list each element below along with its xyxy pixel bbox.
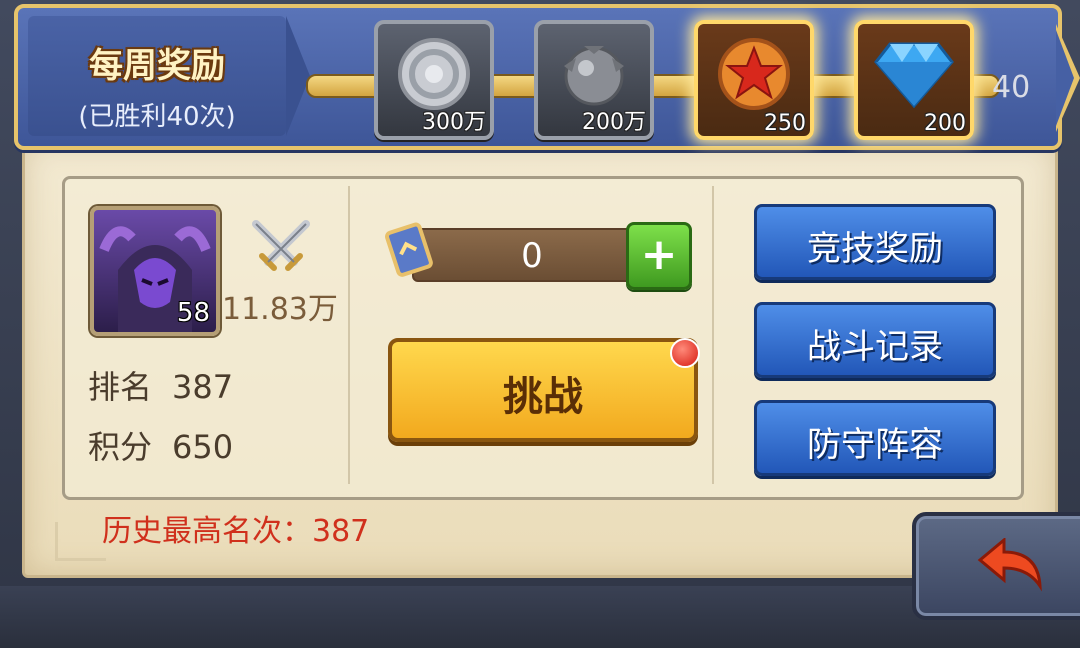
score-row: 积分 650 (88, 422, 233, 468)
score-label: 积分 (88, 428, 153, 466)
weekly-reward-banner: 每周奖励 (已胜利40次) 300万 200万 250 200 40 (14, 4, 1080, 150)
reward-amount: 200万 (582, 110, 646, 135)
ticket-count: 0 (521, 236, 543, 276)
blue-diamond-icon (874, 38, 954, 114)
add-ticket-button[interactable]: + (626, 222, 692, 290)
arena-reward-button[interactable]: 竞技奖励 (754, 204, 996, 280)
history-best-rank: 历史最高名次：387 (102, 514, 370, 549)
crossed-swords-icon (250, 218, 312, 282)
score-value: 650 (172, 428, 234, 466)
battle-log-button[interactable]: 战斗记录 (754, 302, 996, 378)
reward-slot-2[interactable]: 200万 (534, 20, 654, 140)
reward-amount: 300万 (422, 110, 486, 135)
reward-slot-3[interactable]: 250 (694, 20, 814, 140)
player-avatar[interactable]: 58 (90, 206, 220, 336)
title-arrow (286, 16, 310, 136)
reward-amount: 200 (924, 111, 966, 136)
weekly-reward-title: 每周奖励 (89, 46, 225, 86)
challenge-button[interactable]: 挑战 (388, 338, 698, 442)
rank-label: 排名 (88, 368, 153, 406)
red-star-medal-icon (714, 34, 794, 118)
banner-tip-inner (1056, 30, 1074, 126)
reward-slot-1[interactable]: 300万 (374, 20, 494, 140)
rank-value: 387 (172, 368, 234, 406)
rank-row: 排名 387 (88, 362, 233, 408)
defense-lineup-button[interactable]: 防守阵容 (754, 400, 996, 476)
weekly-win-count: (已胜利40次) (78, 102, 236, 132)
panel-ornament (55, 522, 106, 561)
defense-lineup-label: 防守阵容 (807, 425, 943, 465)
reward-amount: 250 (764, 111, 806, 136)
player-level: 58 (176, 298, 210, 328)
ticket-scroll-icon (380, 222, 436, 286)
column-divider (348, 186, 350, 484)
back-arrow-icon (976, 536, 1046, 598)
battle-log-label: 战斗记录 (807, 327, 943, 367)
reward-slot-4[interactable]: 200 (854, 20, 974, 140)
weekly-progress-count: 40 (992, 70, 1031, 105)
plus-icon: + (640, 229, 678, 281)
arena-reward-label: 竞技奖励 (807, 229, 943, 269)
challenge-button-label: 挑战 (503, 374, 583, 420)
notification-dot (670, 338, 700, 368)
combat-power: 11.83万 (222, 292, 338, 327)
weekly-title-box: 每周奖励 (已胜利40次) (28, 16, 286, 136)
column-divider (712, 186, 714, 484)
back-button[interactable] (912, 512, 1080, 620)
